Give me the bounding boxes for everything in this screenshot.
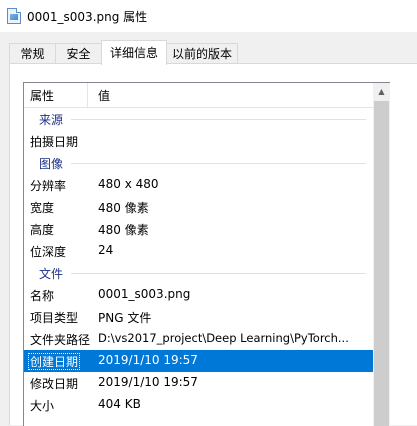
tab-details[interactable]: 详细信息 [101, 40, 167, 65]
property-name: 宽度 [30, 201, 55, 215]
column-header-property[interactable]: 属性 [30, 87, 54, 104]
tab-previous-versions[interactable]: 以前的版本 [166, 43, 238, 64]
property-name: 文件夹路径 [30, 333, 91, 347]
column-header-value[interactable]: 值 [98, 87, 110, 104]
property-value: 0001_s003.png [98, 287, 191, 301]
property-name: 修改日期 [30, 377, 79, 391]
list-item-height[interactable]: 高度 480 像素 [24, 218, 374, 240]
property-value: 2019/1/10 19:57 [98, 375, 198, 389]
list-item-item-type[interactable]: 项目类型 PNG 文件 [24, 306, 374, 328]
list-item-date-created[interactable]: 创建日期 2019/1/10 19:57 [24, 350, 374, 372]
property-name: 拍摄日期 [30, 135, 79, 149]
property-value: PNG 文件 [98, 311, 152, 325]
property-value: 480 像素 [98, 223, 149, 237]
scrollbar-thumb[interactable] [374, 101, 389, 426]
property-name: 项目类型 [30, 311, 79, 325]
property-value: 480 x 480 [98, 177, 159, 191]
details-list[interactable]: 属性 值 来源 拍摄日期 图像 分辨率 480 x 480 宽度 480 像素 … [23, 82, 374, 426]
property-name: 大小 [30, 399, 55, 413]
title-bar: 0001_s003.png 属性 [0, 0, 417, 32]
property-name: 创建日期 [28, 353, 81, 370]
list-item-dimensions[interactable]: 分辨率 480 x 480 [24, 174, 374, 196]
group-divider [71, 273, 366, 274]
group-file: 文件 [24, 262, 374, 284]
property-name: 名称 [30, 289, 55, 303]
list-item-size[interactable]: 大小 404 KB [24, 394, 374, 416]
group-image: 图像 [24, 152, 374, 174]
tab-strip: 常规 安全 详细信息 以前的版本 [0, 40, 417, 65]
group-heading: 文件 [39, 267, 64, 281]
window-title: 0001_s003.png 属性 [27, 10, 148, 24]
list-item-folder-path[interactable]: 文件夹路径 D:\vs2017_project\Deep Learning\Py… [24, 328, 374, 350]
property-value: 404 KB [98, 397, 141, 411]
list-item-width[interactable]: 宽度 480 像素 [24, 196, 374, 218]
list-item-bit-depth[interactable]: 位深度 24 [24, 240, 374, 262]
tab-general[interactable]: 常规 [9, 43, 56, 64]
scroll-up-arrow-icon[interactable]: ▲ [373, 83, 390, 100]
property-value: 2019/1/10 19:57 [98, 353, 198, 367]
property-value: 480 像素 [98, 201, 149, 215]
details-panel: 属性 值 来源 拍摄日期 图像 分辨率 480 x 480 宽度 480 像素 … [9, 63, 417, 426]
property-name: 高度 [30, 223, 55, 237]
list-header: 属性 值 [24, 83, 374, 108]
property-name: 分辨率 [30, 179, 67, 193]
list-item-name[interactable]: 名称 0001_s003.png [24, 284, 374, 306]
group-heading: 来源 [39, 113, 64, 127]
property-value: 24 [98, 243, 114, 257]
group-divider [71, 119, 366, 120]
image-file-icon [7, 8, 21, 24]
list-item-date-taken[interactable]: 拍摄日期 [24, 130, 374, 152]
group-divider [71, 163, 366, 164]
tab-security[interactable]: 安全 [55, 43, 102, 64]
group-heading: 图像 [39, 157, 64, 171]
group-source: 来源 [24, 108, 374, 130]
property-name: 位深度 [30, 245, 67, 259]
property-value: D:\vs2017_project\Deep Learning\PyTorch.… [98, 331, 349, 345]
column-divider[interactable] [87, 83, 88, 107]
list-item-date-modified[interactable]: 修改日期 2019/1/10 19:57 [24, 372, 374, 394]
vertical-scrollbar[interactable]: ▲ [373, 82, 390, 426]
